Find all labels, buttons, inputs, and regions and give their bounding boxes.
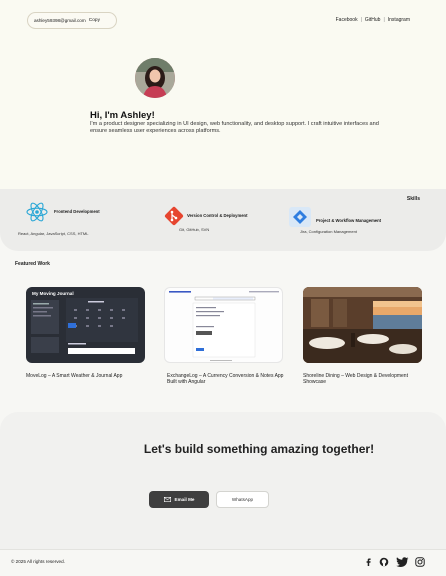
- jira-icon: [289, 207, 311, 229]
- project-caption-movelog[interactable]: MoveLog – A Smart Weather & Journal App: [26, 373, 146, 379]
- project-thumbnail-exchangelog[interactable]: [164, 287, 283, 363]
- link-facebook[interactable]: Facebook: [336, 17, 358, 23]
- email-pill: ashley59398@gmail.com Copy: [27, 12, 117, 29]
- link-instagram[interactable]: Instagram: [388, 17, 410, 23]
- email-me-button[interactable]: Email Me: [149, 491, 209, 508]
- project-thumbnail-movelog[interactable]: My Moving Journal: [26, 287, 145, 363]
- skill-title-version-control: Version Control & Deployment: [187, 213, 248, 218]
- skill-subtitle-project-management: Jira, Configuration Management: [300, 229, 357, 234]
- mail-icon: [163, 497, 171, 502]
- whatsapp-button[interactable]: WhatsApp: [216, 491, 269, 508]
- git-icon: [164, 206, 184, 228]
- nav-separator: |: [383, 17, 385, 23]
- skill-subtitle-version-control: Git, GitHub, SVN: [179, 227, 210, 232]
- facebook-icon[interactable]: [364, 557, 374, 567]
- skill-subtitle-frontend: React, Angular, JavaScript, CSS, HTML: [18, 231, 89, 236]
- project-thumbnail-shoreline[interactable]: [303, 287, 422, 363]
- hero-description: I'm a product designer specializing in U…: [90, 121, 379, 134]
- contact-section: [0, 412, 446, 550]
- email-address: ashley59398@gmail.com: [34, 18, 86, 23]
- skill-title-frontend: Frontend Development: [54, 209, 100, 214]
- hero-title: Hi, I'm Ashley!: [90, 110, 155, 121]
- instagram-icon[interactable]: [415, 557, 425, 567]
- featured-work-label: Featured Work: [15, 261, 50, 267]
- skills-label: Skills: [406, 196, 420, 202]
- github-icon[interactable]: [379, 557, 389, 567]
- link-github[interactable]: GitHub: [365, 17, 381, 23]
- whatsapp-label: WhatsApp: [231, 497, 254, 502]
- twitter-icon[interactable]: [396, 557, 409, 567]
- copyright-text: © 2025 All rights reserved.: [11, 559, 65, 564]
- email-me-label: Email Me: [174, 497, 195, 502]
- copy-button[interactable]: Copy: [89, 18, 100, 23]
- footer-divider: [0, 549, 446, 550]
- react-icon: [26, 202, 48, 224]
- nav-separator: |: [360, 17, 362, 23]
- avatar: [135, 58, 175, 98]
- project-caption-exchangelog[interactable]: ExchangeLog – A Currency Conversion & No…: [167, 373, 287, 385]
- cta-title: Let's build something amazing together!: [143, 442, 375, 456]
- top-nav-links: Facebook | GitHub | Instagram: [336, 17, 410, 23]
- skill-title-project-management: Project & Workflow Management: [316, 218, 382, 223]
- project-caption-shoreline[interactable]: Shoreline Dining – Web Design & Developm…: [303, 373, 428, 385]
